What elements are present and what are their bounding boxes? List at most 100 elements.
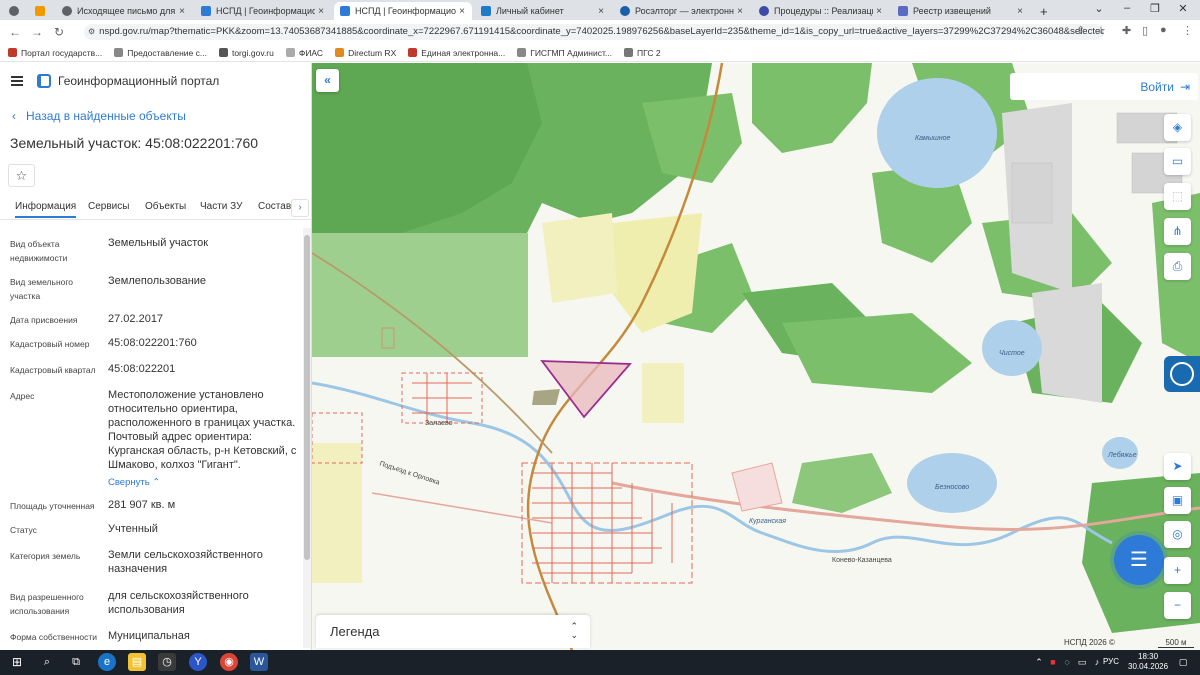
tab-procedures[interactable]: Процедуры :: Реализация го × (753, 2, 889, 20)
site-info-icon[interactable]: ⚙ (88, 27, 95, 36)
edge-icon[interactable]: e (98, 653, 116, 671)
profile-icon[interactable]: ● (1160, 24, 1167, 36)
registry-icon (898, 6, 908, 16)
selected-parcel (540, 360, 632, 419)
chevron-up-icon: ⌃ (152, 477, 161, 488)
tab-title: НСПД | Геоинформационны (216, 6, 315, 16)
tab-fas-letter[interactable]: Исходящее письмо для ФАС × (56, 2, 192, 20)
collapse-panel-button[interactable]: « (316, 69, 339, 92)
zoom-in-icon[interactable]: + (1164, 557, 1191, 584)
new-tab-button[interactable]: + (1034, 2, 1056, 20)
tab-personal-cabinet[interactable]: Личный кабинет × (475, 2, 611, 20)
close-tab-icon[interactable]: × (734, 6, 746, 17)
url-field[interactable]: ⚙ nspd.gov.ru/map?thematic=PKK&zoom=13.74… (84, 24, 1104, 40)
feedback-badge-icon[interactable] (1164, 356, 1200, 392)
bookmark-star-icon[interactable]: ☆ (1096, 24, 1106, 37)
windows-start-icon[interactable]: ⊞ (8, 653, 26, 671)
tab-composition[interactable]: Состав (258, 201, 291, 212)
reload-icon[interactable]: ↻ (48, 25, 70, 39)
minimize-icon[interactable]: – (1112, 2, 1142, 14)
bookmark-torgi[interactable]: torgi.gov.ru (218, 48, 274, 58)
print-icon[interactable]: ⎙ (1164, 253, 1191, 280)
lake-chistoe (982, 320, 1042, 376)
tab-roseltorg[interactable]: Росэлторг — электронная то × (614, 2, 750, 20)
tab-notices-registry[interactable]: Реестр извещений × (892, 2, 1030, 20)
tab-services[interactable]: Сервисы (88, 201, 129, 212)
select-area-icon[interactable]: ⬚ (1164, 183, 1191, 210)
back-to-results-link[interactable]: ‹ Назад в найденные объекты (12, 109, 186, 123)
tab-land-parts[interactable]: Части ЗУ (200, 201, 242, 212)
bookmark-label: ПГС 2 (636, 47, 661, 58)
yandex-icon[interactable]: Y (189, 653, 207, 671)
tab-title: НСПД | Геоинформационны (355, 6, 456, 16)
forward-arrow-icon[interactable]: → (26, 25, 48, 39)
row-value[interactable]: 45:08:022201 (108, 362, 298, 376)
close-tab-icon[interactable]: × (1014, 6, 1026, 17)
basemap-icon[interactable]: ▣ (1164, 487, 1191, 514)
ruler-icon[interactable]: ▭ (1164, 148, 1191, 175)
tab-search-icon-group[interactable] (4, 2, 26, 20)
bookmark-gisgmp[interactable]: ГИСГМП Админист... (517, 48, 612, 58)
menu-dots-icon[interactable]: ⋮ (1182, 24, 1193, 37)
legend-panel[interactable]: Легенда ⌃ ⌄ (316, 615, 590, 648)
bookmark-edinaya[interactable]: Единая электронна... (408, 48, 505, 58)
share-map-icon[interactable]: ⋔ (1164, 218, 1191, 245)
notifications-icon[interactable]: ▢ (1174, 653, 1192, 671)
system-clock[interactable]: 18:30 30.04.2026 (1128, 652, 1168, 672)
file-explorer-icon[interactable]: ▤ (128, 653, 146, 671)
bookmark-icon (408, 48, 418, 57)
search-icon[interactable]: ⌕ (38, 653, 56, 671)
object-info-panel: Геоинформационный портал ‹ Назад в найден… (0, 63, 312, 650)
tab-information[interactable]: Информация (15, 201, 77, 218)
farmland (312, 443, 362, 583)
panel-scroll-thumb[interactable] (304, 235, 310, 560)
map-canvas[interactable]: Камышное Чистое Безносово Лебяжье Залаев… (312, 63, 1200, 650)
locate-arrow-icon[interactable]: ➤ (1164, 453, 1191, 480)
bookmark-pgs2[interactable]: ПГС 2 (623, 47, 661, 58)
bookmark-gosuslugi[interactable]: Портал государств... (8, 48, 102, 58)
procedures-icon (759, 6, 769, 16)
task-view-icon[interactable]: ⧉ (67, 653, 85, 671)
close-tab-icon[interactable]: × (176, 6, 188, 17)
pinned-tab[interactable] (30, 2, 52, 20)
app-icon[interactable]: ◷ (158, 653, 176, 671)
back-arrow-icon[interactable]: ← (4, 25, 26, 39)
side-panel-icon[interactable]: ▯ (1142, 24, 1148, 37)
zoom-out-icon[interactable]: − (1164, 592, 1191, 619)
chrome-icon[interactable]: ◉ (220, 653, 238, 671)
globe-icon (62, 6, 72, 16)
bookmark-directum[interactable]: Directum RX (335, 48, 396, 58)
row-value[interactable]: 45:08:022201:760 (108, 336, 298, 350)
login-button[interactable]: Войти ⇥ (1010, 73, 1198, 100)
portal-title: Геоинформационный портал (58, 74, 220, 88)
language-indicator[interactable]: РУС (1103, 657, 1119, 666)
favorite-star-icon[interactable]: ☆ (8, 164, 35, 187)
tab-nspd-1[interactable]: НСПД | Геоинформационны × (195, 2, 331, 20)
forest-area (792, 453, 892, 513)
window-close-icon[interactable]: ✕ (1168, 2, 1198, 15)
location-pin-icon[interactable]: ◎ (1164, 521, 1191, 548)
extensions-icon[interactable]: ✚ (1122, 24, 1131, 37)
url-text: nspd.gov.ru/map?thematic=PKK&zoom=13.740… (99, 26, 1104, 37)
word-icon[interactable]: W (250, 653, 268, 671)
close-tab-icon[interactable]: × (595, 6, 607, 17)
layers-icon[interactable]: ◈ (1164, 114, 1191, 141)
tab-objects[interactable]: Объекты (145, 201, 186, 212)
restore-icon[interactable]: ❐ (1140, 2, 1170, 15)
tab-nspd-2[interactable]: НСПД | Геоинформационны × (334, 2, 472, 20)
close-tab-icon[interactable]: × (873, 6, 885, 17)
chat-assistant-icon[interactable]: ☰ (1114, 535, 1164, 585)
collapse-address-link[interactable]: Свернуть ⌃ (108, 477, 160, 488)
bookmark-fias[interactable]: ФИАС (285, 48, 323, 58)
close-tab-icon[interactable]: × (315, 6, 327, 17)
share-icon[interactable]: ⇪ (1076, 24, 1085, 37)
tabs-next-chevron-icon[interactable]: › (291, 199, 309, 217)
address-bar-row: ← → ↻ ⚙ nspd.gov.ru/map?thematic=PKK&zoom… (0, 20, 1200, 44)
bookmark-label: Единая электронна... (421, 47, 506, 58)
close-tab-icon[interactable]: × (456, 6, 468, 17)
bookmark-predostavlenie[interactable]: Предоставление с... (114, 48, 207, 58)
login-label: Войти (1140, 79, 1174, 94)
hamburger-menu-icon[interactable] (11, 76, 23, 86)
chevron-left-icon: ‹ (12, 109, 16, 123)
tab-search-chevron-icon[interactable]: ⌄ (1084, 2, 1114, 15)
